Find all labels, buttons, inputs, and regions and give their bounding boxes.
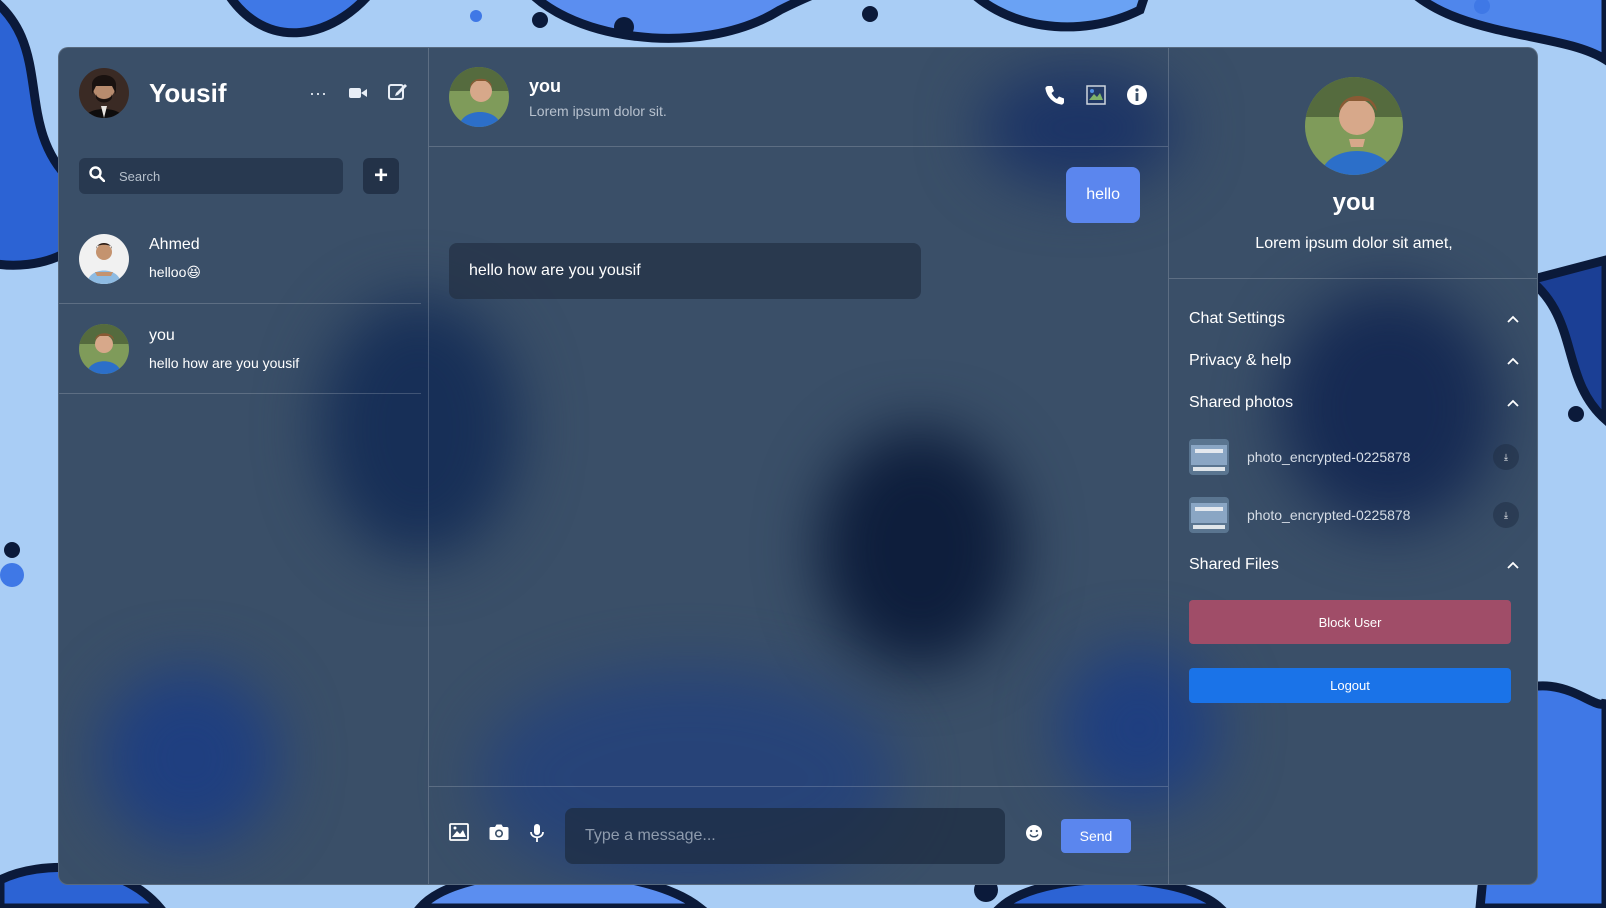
profile-summary: you Lorem ipsum dolor sit amet, xyxy=(1169,48,1537,279)
shared-photo-list: photo_encrypted-0225878 ⤓ photo_encrypte… xyxy=(1189,428,1519,544)
search-input[interactable] xyxy=(119,168,319,184)
details-panel: you Lorem ipsum dolor sit amet, Chat Set… xyxy=(1169,48,1537,884)
chat-name: you xyxy=(149,326,175,344)
microphone-icon[interactable] xyxy=(529,823,545,848)
message-input[interactable] xyxy=(565,807,1005,864)
broken-image-icon[interactable] xyxy=(1086,84,1106,110)
image-icon[interactable] xyxy=(449,823,469,848)
current-user-avatar[interactable] xyxy=(79,68,129,118)
option-shared-photos[interactable]: Shared photos xyxy=(1189,382,1519,424)
photo-name: photo_encrypted-0225878 xyxy=(1247,507,1411,523)
chevron-up-icon[interactable] xyxy=(1507,312,1519,326)
chat-item-ahmed[interactable]: Ahmed helloo😆 xyxy=(59,214,421,304)
emoji-icon[interactable] xyxy=(1025,824,1043,847)
camera-icon[interactable] xyxy=(489,823,509,848)
photo-name: photo_encrypted-0225878 xyxy=(1247,449,1411,465)
chat-list: Ahmed helloo😆 you hello how are you yous… xyxy=(59,214,421,394)
search-icon xyxy=(89,165,106,187)
current-user-name: Yousif xyxy=(149,77,227,108)
add-chat-button[interactable]: + xyxy=(363,158,399,194)
search-box xyxy=(79,158,343,194)
settings-options: Chat Settings Privacy & help Shared phot… xyxy=(1189,298,1519,703)
chevron-up-icon[interactable] xyxy=(1507,354,1519,368)
chat-avatar xyxy=(79,233,129,284)
message-other: hello how are you yousif xyxy=(449,243,921,299)
option-label: Privacy & help xyxy=(1189,352,1292,369)
shared-photo-item: photo_encrypted-0225878 ⤓ xyxy=(1189,486,1519,544)
send-button[interactable]: Send xyxy=(1061,818,1131,853)
sidebar: Yousif ··· + xyxy=(59,48,429,884)
shared-photo-item: photo_encrypted-0225878 ⤓ xyxy=(1189,428,1519,486)
chat-item-you[interactable]: you hello how are you yousif xyxy=(59,304,421,394)
profile-description: Lorem ipsum dolor sit amet, xyxy=(1255,235,1453,252)
chat-last-message: hello how are you yousif xyxy=(149,354,300,371)
chevron-up-icon[interactable] xyxy=(1507,558,1519,572)
conversation-status: Lorem ipsum dolor sit. xyxy=(529,102,667,119)
option-label: Chat Settings xyxy=(1189,310,1286,327)
info-icon[interactable] xyxy=(1126,84,1148,111)
conversation-avatar[interactable] xyxy=(449,67,509,127)
phone-icon[interactable] xyxy=(1044,84,1066,111)
block-user-button[interactable]: Block User xyxy=(1189,600,1511,644)
option-privacy-help[interactable]: Privacy & help xyxy=(1189,340,1519,382)
photo-thumbnail[interactable] xyxy=(1189,497,1229,533)
plus-icon: + xyxy=(373,162,388,189)
chat-avatar xyxy=(79,323,129,374)
download-icon[interactable]: ⤓ xyxy=(1493,444,1519,470)
user-header: Yousif ··· xyxy=(79,68,408,118)
option-label: Shared photos xyxy=(1189,394,1294,411)
conversation-name: you xyxy=(529,75,562,96)
profile-name: you xyxy=(1332,189,1376,216)
photo-thumbnail[interactable] xyxy=(1189,439,1229,475)
conversation-header: you Lorem ipsum dolor sit. xyxy=(429,48,1168,147)
profile-avatar xyxy=(1305,77,1403,175)
chevron-up-icon[interactable] xyxy=(1507,396,1519,410)
option-label: Shared Files xyxy=(1189,556,1279,573)
conversation-panel: you Lorem ipsum dolor sit. hello hello h… xyxy=(429,48,1169,884)
chat-name: Ahmed xyxy=(149,236,200,253)
more-icon[interactable]: ··· xyxy=(308,83,328,104)
composer: Send xyxy=(429,786,1168,884)
chat-last-message: helloo😆 xyxy=(149,264,201,280)
download-icon[interactable]: ⤓ xyxy=(1493,502,1519,528)
chat-app-window: Yousif ··· + xyxy=(58,47,1538,885)
option-chat-settings[interactable]: Chat Settings xyxy=(1189,298,1519,340)
option-shared-files[interactable]: Shared Files xyxy=(1189,544,1519,586)
message-own: hello xyxy=(1066,167,1140,223)
video-icon[interactable] xyxy=(348,83,368,104)
logout-button[interactable]: Logout xyxy=(1189,668,1511,703)
edit-icon[interactable] xyxy=(388,81,408,106)
